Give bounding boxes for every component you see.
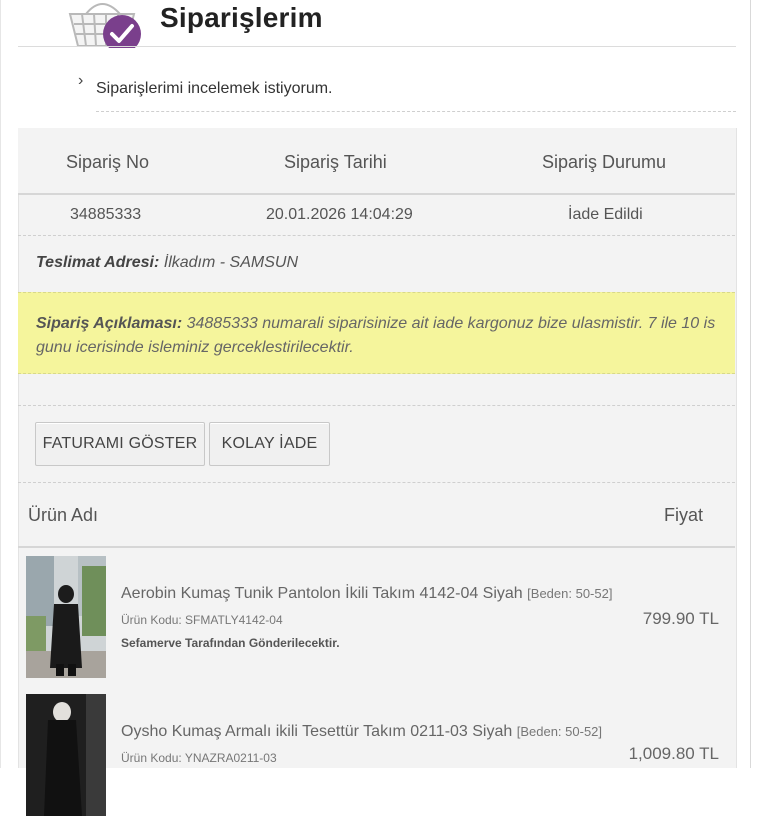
right-border [750,0,751,768]
page-title: Siparişlerim [160,2,323,33]
orders-toggle-label[interactable]: Siparişlerimi incelemek istiyorum. [96,80,333,98]
product-image[interactable] [26,694,106,816]
order-date: 20.01.2026 14:04:29 [266,206,413,223]
header-order-no: Sipariş No [66,152,150,172]
order-note: Sipariş Açıklaması: 34885333 numarali si… [18,292,735,374]
product-name[interactable]: Aerobin Kumaş Tunik Pantolon İkili Takım… [121,585,612,603]
show-invoice-button[interactable]: FATURAMI GÖSTER [35,422,205,466]
product-row[interactable]: Oysho Kumaş Armalı ikili Tesettür Takım … [18,686,735,822]
title-divider [18,46,736,47]
product-name[interactable]: Oysho Kumaş Armalı ikili Tesettür Takım … [121,723,602,741]
header-order-date: Sipariş Tarihi [284,152,387,172]
products-table-header: Ürün Adı Fiyat [18,483,735,548]
divider [18,405,735,406]
page: Siparişlerim › Siparişlerimi incelemek i… [0,0,768,816]
product-price: 1,009.80 TL [628,744,719,763]
divider [96,111,736,112]
product-size: [Beden: 50-52] [527,586,613,601]
product-name-text[interactable]: Aerobin Kumaş Tunik Pantolon İkili Takım… [121,585,523,602]
product-name-text[interactable]: Oysho Kumaş Armalı ikili Tesettür Takım … [121,723,512,740]
product-size: [Beden: 50-52] [516,724,603,739]
easy-return-button[interactable]: KOLAY İADE [209,422,330,466]
delivery-address-value: İlkadım - SAMSUN [163,254,298,271]
order-note-label: Sipariş Açıklaması: [36,315,183,332]
order-table-header: Sipariş No Sipariş Tarihi Sipariş Durumu [18,128,735,195]
product-code: Ürün Kodu: YNAZRA0211-03 [121,751,277,765]
chevron-right-icon: › [78,72,84,89]
product-price: 799.90 TL [642,609,719,628]
basket-check-icon [68,3,141,48]
product-image[interactable] [26,556,106,678]
product-code: Ürün Kodu: SFMATLY4142-04 [121,613,283,627]
product-row[interactable]: Aerobin Kumaş Tunik Pantolon İkili Takım… [18,548,735,684]
order-note-text: Sipariş Açıklaması: 34885333 numarali si… [36,312,726,360]
header-price: Fiyat [663,505,703,525]
order-table-row: 34885333 20.01.2026 14:04:29 İade Edildi [18,195,735,236]
header-order-status: Sipariş Durumu [542,152,667,172]
header-product-name: Ürün Adı [28,505,99,525]
product-seller: Sefamerve Tarafından Gönderilecektir. [121,636,340,650]
delivery-address: Teslimat Adresi: İlkadım - SAMSUN [36,254,298,272]
order-no: 34885333 [70,206,142,223]
left-border [0,0,1,768]
delivery-address-label: Teslimat Adresi: [36,254,160,271]
order-status: İade Edildi [568,206,643,223]
